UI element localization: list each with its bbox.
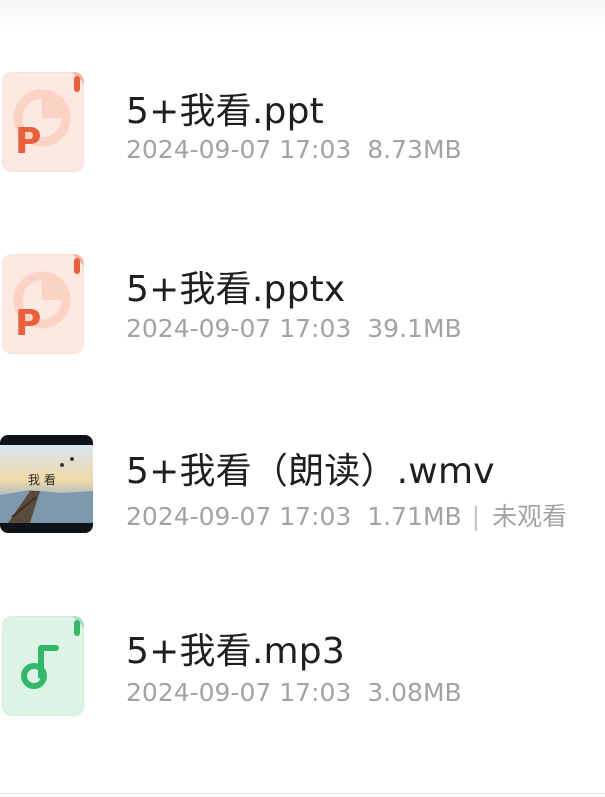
file-meta: 2024-09-07 17:03 1.71MB | 未观看	[126, 497, 583, 531]
file-size: 1.71MB	[367, 502, 462, 531]
pptx-letter: P	[15, 303, 42, 344]
pptx-file-icon: P	[2, 254, 84, 354]
file-meta: 2024-09-07 17:03 8.73MB	[126, 135, 478, 165]
file-row-wmv[interactable]: 我 看 5+我看（朗读）.wmv 2024-09-07 17:03 1.71MB |…	[0, 424, 605, 544]
file-name: 5+我看.pptx	[126, 269, 346, 310]
file-size: 8.73MB	[367, 135, 462, 164]
file-date: 2024-09-07 17:03	[126, 314, 352, 343]
file-name: 5+我看.ppt	[126, 91, 324, 132]
ppt-file-icon: P	[2, 72, 84, 172]
video-thumbnail: 我 看	[0, 435, 93, 533]
ppt-letter: P	[15, 121, 42, 162]
music-note-icon	[2, 616, 84, 716]
file-row-ppt[interactable]: P 5+我看.ppt 2024-09-07 17:03 8.73MB	[0, 60, 605, 180]
file-meta: 2024-09-07 17:03 39.1MB	[126, 314, 478, 344]
file-date: 2024-09-07 17:03	[126, 678, 352, 707]
meta-separator: |	[471, 502, 481, 531]
watch-status: 未观看	[492, 502, 568, 531]
file-meta: 2024-09-07 17:03 3.08MB	[126, 678, 478, 708]
file-date: 2024-09-07 17:03	[126, 502, 352, 531]
file-size: 39.1MB	[367, 314, 462, 343]
file-name: 5+我看（朗读）.wmv	[126, 451, 495, 492]
file-size: 3.08MB	[367, 678, 462, 707]
file-name: 5+我看.mp3	[126, 631, 345, 672]
file-row-pptx[interactable]: P 5+我看.pptx 2024-09-07 17:03 39.1MB	[0, 242, 605, 362]
thumbnail-caption: 我 看	[28, 473, 56, 487]
file-date: 2024-09-07 17:03	[126, 135, 352, 164]
header-fade	[0, 0, 605, 34]
divider	[0, 793, 605, 794]
file-row-mp3[interactable]: 5+我看.mp3 2024-09-07 17:03 3.08MB	[0, 606, 605, 726]
